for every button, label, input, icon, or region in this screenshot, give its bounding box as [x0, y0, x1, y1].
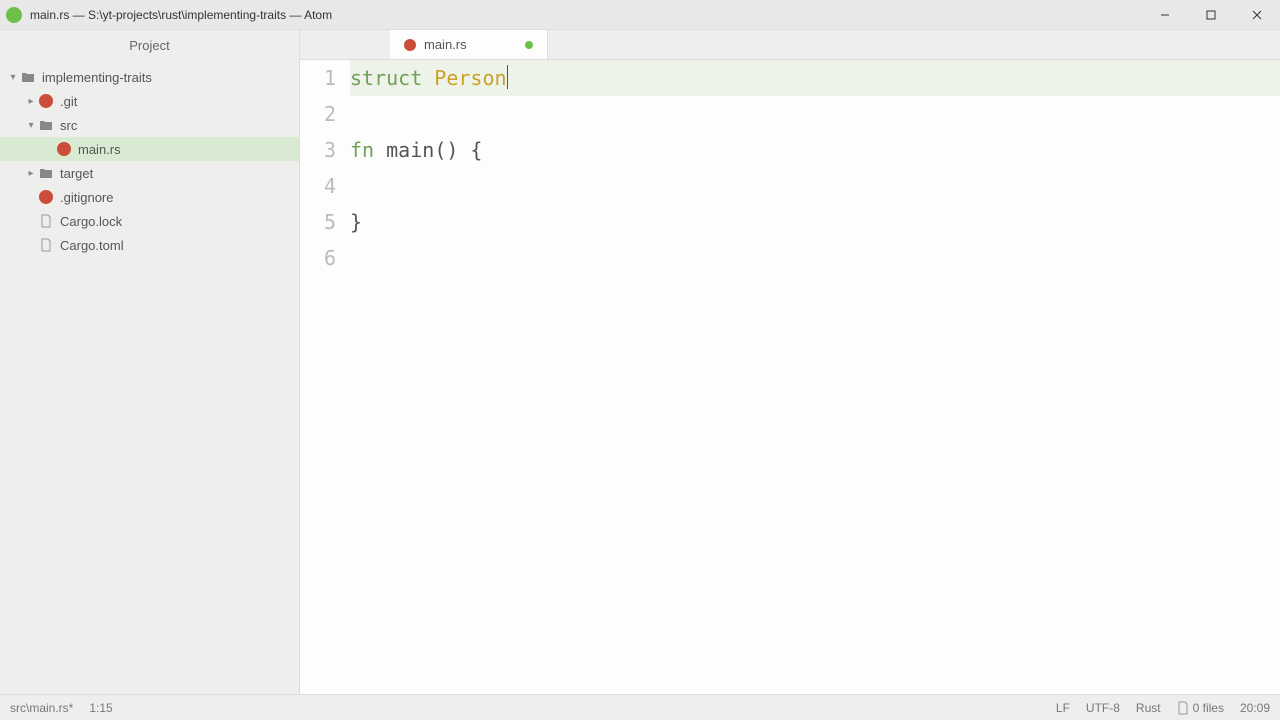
tree-label: implementing-traits	[42, 70, 152, 85]
line-gutter: 1 2 3 4 5 6	[300, 60, 350, 694]
status-bar: src\main.rs* 1:15 LF UTF-8 Rust 0 files …	[0, 694, 1280, 720]
tab-bar: main.rs	[300, 30, 1280, 60]
status-language[interactable]: Rust	[1136, 701, 1161, 715]
tree-item-cargotoml[interactable]: Cargo.toml	[0, 233, 299, 257]
file-icon	[1177, 701, 1189, 715]
code-content[interactable]: struct Person fn main() { }	[350, 60, 1280, 694]
tree-label: .gitignore	[60, 190, 113, 205]
tree-label: main.rs	[78, 142, 121, 157]
rust-icon	[38, 93, 54, 109]
status-line-ending[interactable]: LF	[1056, 701, 1070, 715]
folder-icon	[20, 69, 36, 85]
tree-item-gitignore[interactable]: .gitignore	[0, 185, 299, 209]
atom-app-icon	[6, 7, 22, 23]
tree-item-target[interactable]: ▸ target	[0, 161, 299, 185]
tree-label: src	[60, 118, 77, 133]
folder-icon	[38, 165, 54, 181]
status-file-path[interactable]: src\main.rs*	[10, 701, 73, 715]
window-controls	[1142, 0, 1280, 29]
file-tree: ▾ implementing-traits ▸ .git ▾ src	[0, 61, 299, 694]
rust-icon	[404, 39, 416, 51]
close-button[interactable]	[1234, 0, 1280, 29]
tree-root[interactable]: ▾ implementing-traits	[0, 65, 299, 89]
editor-pane: main.rs 1 2 3 4 5 6 struct Person fn mai…	[300, 30, 1280, 694]
text-cursor	[507, 65, 508, 89]
chevron-right-icon: ▸	[24, 96, 38, 107]
sidebar-header: Project	[0, 30, 299, 61]
file-icon	[38, 237, 54, 253]
status-cursor-position[interactable]: 1:15	[89, 701, 112, 715]
status-encoding[interactable]: UTF-8	[1086, 701, 1120, 715]
status-clock: 20:09	[1240, 701, 1270, 715]
tree-label: target	[60, 166, 93, 181]
chevron-down-icon: ▾	[24, 120, 38, 131]
modified-indicator	[525, 41, 533, 49]
code-editor[interactable]: 1 2 3 4 5 6 struct Person fn main() { }	[300, 60, 1280, 694]
window-title: main.rs — S:\yt-projects\rust\implementi…	[30, 8, 1142, 22]
chevron-right-icon: ▸	[24, 168, 38, 179]
tree-item-mainrs[interactable]: main.rs	[0, 137, 299, 161]
tree-item-cargolock[interactable]: Cargo.lock	[0, 209, 299, 233]
status-files[interactable]: 0 files	[1177, 701, 1224, 715]
tree-label: Cargo.toml	[60, 238, 124, 253]
tab-label: main.rs	[424, 37, 467, 52]
maximize-button[interactable]	[1188, 0, 1234, 29]
file-icon	[38, 213, 54, 229]
titlebar: main.rs — S:\yt-projects\rust\implementi…	[0, 0, 1280, 30]
folder-icon	[38, 117, 54, 133]
rust-icon	[56, 141, 72, 157]
tab-mainrs[interactable]: main.rs	[390, 30, 548, 59]
tree-item-src[interactable]: ▾ src	[0, 113, 299, 137]
chevron-down-icon: ▾	[6, 72, 20, 83]
tree-label: Cargo.lock	[60, 214, 122, 229]
project-sidebar: Project ▾ implementing-traits ▸ .git ▾ s…	[0, 30, 300, 694]
minimize-button[interactable]	[1142, 0, 1188, 29]
tree-item-git[interactable]: ▸ .git	[0, 89, 299, 113]
rust-icon	[38, 189, 54, 205]
tree-label: .git	[60, 94, 77, 109]
